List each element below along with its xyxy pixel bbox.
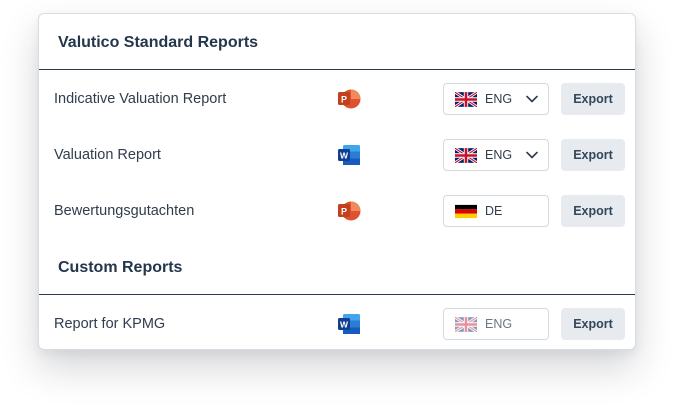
chevron-down-icon — [526, 151, 538, 159]
report-row-kpmg: Report for KPMG W ENG Export — [39, 307, 635, 341]
custom-reports-title: Custom Reports — [58, 259, 183, 276]
svg-text:W: W — [340, 151, 349, 161]
language-value: ENG — [485, 317, 513, 331]
report-name: Report for KPMG — [54, 316, 166, 332]
uk-flag-icon — [455, 92, 477, 107]
powerpoint-icon: P — [338, 89, 361, 109]
powerpoint-icon: P — [338, 201, 361, 221]
language-value: DE — [485, 204, 503, 218]
reports-card: Valutico Standard Reports Indicative Val… — [38, 13, 636, 350]
report-name: Indicative Valuation Report — [54, 91, 227, 107]
report-row-valuation: Valuation Report W ENG Export — [39, 138, 635, 172]
germany-flag-icon — [455, 204, 477, 219]
export-button[interactable]: Export — [561, 83, 625, 115]
language-select[interactable]: ENG — [443, 139, 549, 171]
uk-flag-icon — [455, 317, 477, 332]
language-value: ENG — [485, 148, 513, 162]
export-button[interactable]: Export — [561, 139, 625, 171]
svg-text:P: P — [341, 207, 347, 217]
export-button[interactable]: Export — [561, 308, 625, 340]
report-name: Valuation Report — [54, 147, 161, 163]
chevron-down-icon — [526, 95, 538, 103]
svg-text:P: P — [341, 95, 347, 105]
word-icon: W — [338, 314, 360, 334]
svg-text:W: W — [340, 320, 349, 330]
standard-reports-divider — [39, 69, 635, 70]
report-name: Bewertungsgutachten — [54, 203, 195, 219]
report-row-indicative-valuation: Indicative Valuation Report P ENG Export — [39, 82, 635, 116]
language-field-disabled: ENG — [443, 308, 549, 340]
language-field: DE — [443, 195, 549, 227]
uk-flag-icon — [455, 148, 477, 163]
report-row-bewertungsgutachten: Bewertungsgutachten P DE Export — [39, 194, 635, 228]
standard-reports-title: Valutico Standard Reports — [58, 34, 259, 51]
language-select[interactable]: ENG — [443, 83, 549, 115]
export-button[interactable]: Export — [561, 195, 625, 227]
word-icon: W — [338, 145, 360, 165]
custom-reports-divider — [39, 294, 635, 295]
language-value: ENG — [485, 92, 513, 106]
